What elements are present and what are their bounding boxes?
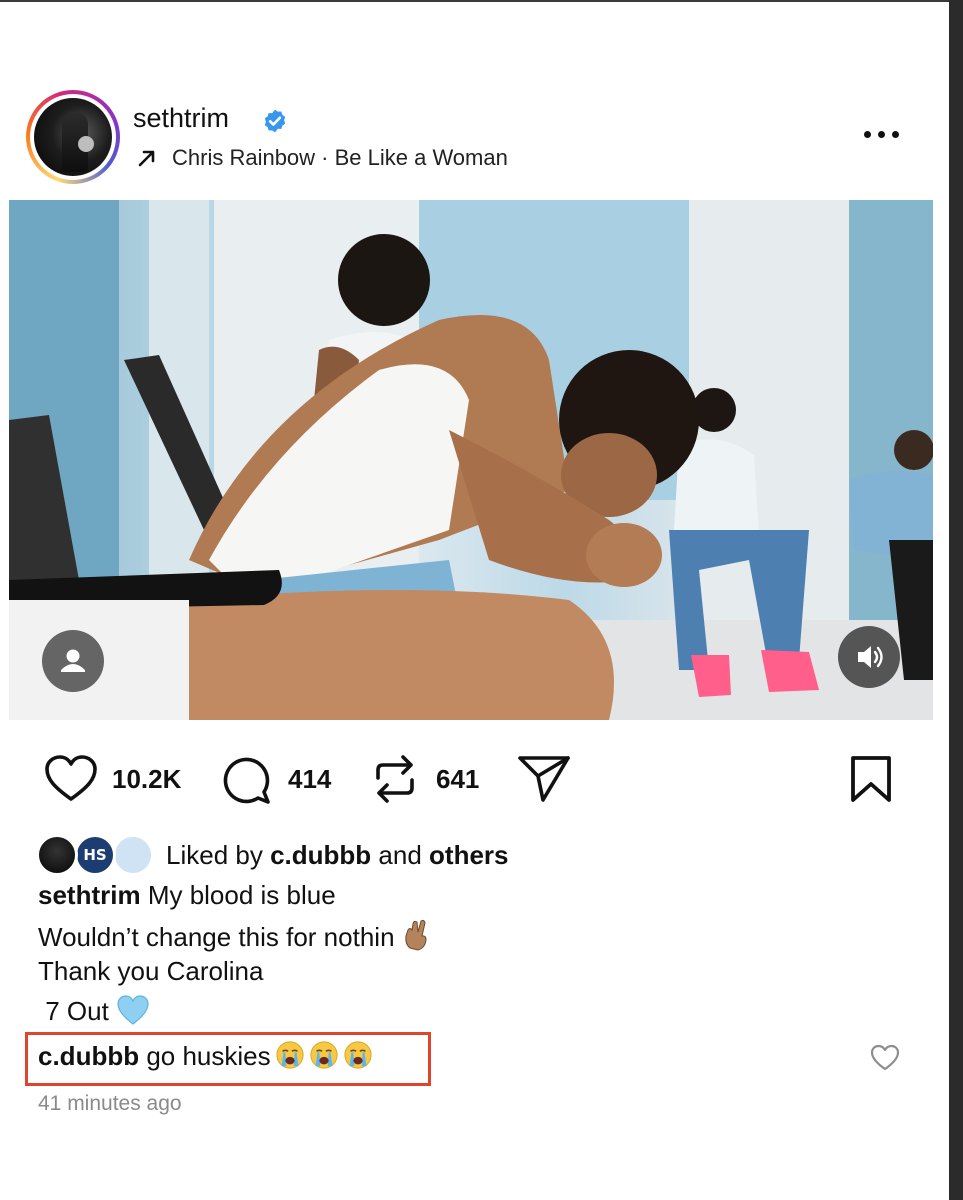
username[interactable]: sethtrim bbox=[133, 103, 229, 134]
like-count[interactable]: 10.2K bbox=[112, 764, 181, 795]
caption-text: Thank you Carolina bbox=[38, 956, 264, 986]
caption-text: My blood is blue bbox=[147, 880, 336, 910]
liked-by-prefix: Liked by bbox=[166, 840, 263, 870]
liked-by-others[interactable]: others bbox=[429, 840, 508, 870]
liked-by-summary[interactable]: Liked by c.dubbb and others bbox=[166, 840, 509, 871]
light-blue-heart-icon bbox=[117, 995, 149, 1025]
loudly-crying-face-icon bbox=[344, 1041, 372, 1069]
post-video[interactable] bbox=[9, 200, 933, 720]
liker-avatar[interactable] bbox=[112, 834, 154, 876]
comment-text: go huskies bbox=[146, 1041, 271, 1071]
comment: c.dubbb go huskies bbox=[38, 1040, 373, 1072]
liked-by-middle: and bbox=[378, 840, 422, 870]
window-top-edge bbox=[0, 0, 963, 2]
share-icon[interactable] bbox=[516, 752, 572, 806]
sound-toggle-button[interactable] bbox=[838, 626, 900, 688]
more-horizontal-icon bbox=[864, 131, 871, 138]
liker-avatar[interactable]: HS bbox=[74, 834, 116, 876]
more-options-button[interactable] bbox=[862, 118, 902, 150]
video-frame-illustration bbox=[9, 200, 933, 720]
comment-icon[interactable] bbox=[220, 754, 272, 806]
music-attribution[interactable]: Chris Rainbow · Be Like a Woman bbox=[172, 145, 508, 171]
caption-line-2: Wouldn’t change this for nothin bbox=[38, 918, 430, 953]
liker-avatar[interactable] bbox=[36, 834, 78, 876]
repost-count[interactable]: 641 bbox=[436, 764, 479, 795]
tagged-users-button[interactable] bbox=[42, 630, 104, 692]
speaker-icon bbox=[858, 646, 883, 668]
window-right-edge bbox=[949, 0, 963, 1200]
verified-badge-icon bbox=[264, 109, 286, 133]
loudly-crying-face-icon bbox=[310, 1041, 338, 1069]
caption-text: Wouldn’t change this for nothin bbox=[38, 922, 395, 952]
repost-icon[interactable] bbox=[370, 752, 420, 806]
post-timestamp: 41 minutes ago bbox=[38, 1092, 182, 1115]
comment-like-heart-icon[interactable] bbox=[870, 1044, 900, 1072]
caption-text: 7 Out bbox=[38, 996, 109, 1026]
caption-line-3: Thank you Carolina bbox=[38, 956, 263, 987]
loudly-crying-face-icon bbox=[276, 1041, 304, 1069]
arrow-up-right-icon bbox=[138, 150, 155, 167]
caption-username[interactable]: sethtrim bbox=[38, 880, 141, 910]
avatar-photo bbox=[34, 98, 112, 176]
caption-line-4: 7 Out bbox=[38, 994, 150, 1027]
comment-count[interactable]: 414 bbox=[288, 764, 331, 795]
heart-icon[interactable] bbox=[44, 754, 98, 804]
caption-line-1: sethtrim My blood is blue bbox=[38, 880, 336, 911]
bookmark-icon[interactable] bbox=[848, 754, 894, 804]
liked-by-user[interactable]: c.dubbb bbox=[270, 840, 371, 870]
comment-username[interactable]: c.dubbb bbox=[38, 1041, 139, 1071]
avatar[interactable] bbox=[26, 90, 120, 184]
user-icon bbox=[61, 649, 85, 672]
crossed-fingers-icon bbox=[405, 919, 427, 951]
